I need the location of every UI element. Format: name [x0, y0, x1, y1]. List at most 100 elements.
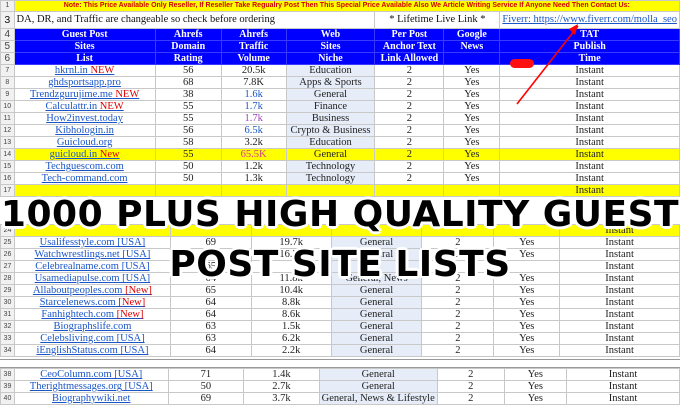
- traffic-cell: 1.7k: [220, 112, 287, 125]
- site-link[interactable]: CeoColumn.com: [40, 370, 111, 380]
- site-cell[interactable]: guicloud.in New: [13, 148, 156, 161]
- header-google: Google: [443, 28, 501, 41]
- row-number[interactable]: 9: [0, 88, 15, 101]
- row-number[interactable]: 32: [0, 320, 15, 333]
- site-cell[interactable]: Biographywiki.net: [13, 392, 169, 405]
- header-tat: TAT: [499, 28, 680, 41]
- dr-cell: 56: [154, 124, 222, 137]
- tat-cell: Instant: [499, 76, 680, 89]
- site-cell[interactable]: Trendzgurujime.me NEW: [13, 88, 156, 101]
- site-link[interactable]: Biographywiki.net: [52, 394, 130, 404]
- row-number[interactable]: 12: [0, 124, 15, 137]
- dr-cell: 68: [154, 76, 222, 89]
- site-cell[interactable]: Calculattr.in NEW: [13, 100, 156, 113]
- site-link[interactable]: Techguescom.com: [45, 162, 123, 172]
- row-number[interactable]: 38: [0, 368, 15, 381]
- traffic-cell: 7.8K: [220, 76, 287, 89]
- row-number[interactable]: 7: [0, 64, 15, 77]
- site-link[interactable]: Trendzgurujime.me: [30, 90, 113, 100]
- row-number[interactable]: 14: [0, 148, 15, 161]
- niche-cell: General: [318, 368, 438, 381]
- site-cell[interactable]: Therightmessages.org [USA]: [13, 380, 169, 393]
- site-link[interactable]: How2invest.today: [46, 114, 123, 124]
- site-cell[interactable]: Techguescom.com: [13, 160, 156, 173]
- site-cell[interactable]: Celebsliving.com [USA]: [13, 332, 171, 345]
- row-number[interactable]: 39: [0, 380, 15, 393]
- niche-cell: Finance: [285, 100, 376, 113]
- row-number[interactable]: 10: [0, 100, 15, 113]
- site-link[interactable]: Starcelenews.com: [40, 298, 116, 308]
- site-link[interactable]: guicloud.in: [50, 150, 98, 160]
- row-number[interactable]: 6: [0, 52, 15, 65]
- promo-title-line-2: POST SITE LISTS: [169, 244, 511, 285]
- niche-cell: General: [330, 320, 423, 333]
- row-number[interactable]: 8: [0, 76, 15, 89]
- links-cell: 2: [374, 64, 445, 77]
- site-cell[interactable]: Biographslife.com: [13, 320, 171, 333]
- links-cell: 2: [374, 124, 445, 137]
- site-link[interactable]: Calculattr.in: [46, 102, 98, 112]
- site-cell[interactable]: Tech-command.com: [13, 172, 156, 185]
- header-link-allowed: Link Allowed: [374, 52, 445, 65]
- table-row: 30 Starcelenews.com [New] 64 8.8k General 2 Ye…: [0, 296, 680, 309]
- site-tag: NEW: [112, 89, 140, 100]
- news-cell: Yes: [443, 136, 501, 149]
- header-list: List: [13, 52, 156, 65]
- site-cell[interactable]: Fanhightech.com [New]: [13, 308, 171, 321]
- news-cell: Yes: [443, 112, 501, 125]
- niche-cell: General: [330, 332, 423, 345]
- header-guest-post: Guest Post: [13, 28, 156, 41]
- site-cell[interactable]: Guicloud.org: [13, 136, 156, 149]
- row-number[interactable]: 15: [0, 160, 15, 173]
- fiverr-link[interactable]: Fiverr: https://www.fiverr.com/molla_seo: [502, 14, 677, 25]
- links-cell: 2: [421, 296, 495, 309]
- site-link[interactable]: Biographslife.com: [54, 322, 132, 332]
- site-link[interactable]: Kibhologin.in: [55, 126, 114, 136]
- fiverr-cell[interactable]: Fiverr: https://www.fiverr.com/molla_seo: [499, 11, 680, 29]
- links-cell: 2: [374, 136, 445, 149]
- dr-cell: 55: [154, 112, 222, 125]
- site-cell[interactable]: hkrnl.in NEW: [13, 64, 156, 77]
- promo-title-line-1: 1000 PLUS HIGH QUALITY GUEST: [0, 194, 680, 235]
- site-cell[interactable]: ghdsportsapp.pro: [13, 76, 156, 89]
- table-row: 40 Biographywiki.net 69 3.7k General, News &…: [0, 392, 680, 405]
- row-number[interactable]: 30: [0, 296, 15, 309]
- tat-cell: Instant: [559, 308, 680, 321]
- tat-cell: Instant: [565, 368, 680, 381]
- site-link[interactable]: ghdsportsapp.pro: [48, 78, 121, 88]
- row-number[interactable]: 3: [0, 11, 15, 29]
- dr-cell: 50: [154, 160, 222, 173]
- row-number[interactable]: 13: [0, 136, 15, 149]
- row-number[interactable]: 16: [0, 172, 15, 185]
- site-link[interactable]: Celebsliving.com: [40, 334, 114, 344]
- site-link[interactable]: Guicloud.org: [57, 138, 113, 148]
- traffic-cell: 1.7k: [220, 100, 287, 113]
- site-cell[interactable]: CeoColumn.com [USA]: [13, 368, 169, 381]
- row-number[interactable]: 40: [0, 392, 15, 405]
- site-cell[interactable]: How2invest.today: [13, 112, 156, 125]
- row-number[interactable]: 4: [0, 28, 15, 41]
- row-number[interactable]: 34: [0, 344, 15, 357]
- row-number[interactable]: 1: [0, 0, 15, 12]
- site-link[interactable]: Fanhightech.com: [41, 310, 114, 320]
- row-number[interactable]: 31: [0, 308, 15, 321]
- site-cell[interactable]: Starcelenews.com [New]: [13, 296, 171, 309]
- tat-cell: Instant: [565, 392, 680, 405]
- site-cell[interactable]: iEnglishStatus.com [USA]: [13, 344, 171, 357]
- site-link[interactable]: iEnglishStatus.com: [36, 346, 117, 356]
- site-link[interactable]: Therightmessages.org: [30, 382, 122, 392]
- site-link[interactable]: Tech-command.com: [42, 174, 128, 184]
- site-cell[interactable]: Kibhologin.in: [13, 124, 156, 137]
- row-number[interactable]: 5: [0, 40, 15, 53]
- row-number[interactable]: 11: [0, 112, 15, 125]
- tat-cell: Instant: [559, 332, 680, 345]
- links-cell: 2: [374, 100, 445, 113]
- traffic-cell: 1.6k: [220, 88, 287, 101]
- news-cell: Yes: [493, 296, 561, 309]
- row-number[interactable]: 33: [0, 332, 15, 345]
- site-link[interactable]: hkrnl.in: [55, 66, 88, 76]
- niche-cell: General, News & Lifestyle: [318, 392, 438, 405]
- links-cell: 2: [421, 344, 495, 357]
- dr-cell: 55: [154, 148, 222, 161]
- traffic-cell: 2.2k: [250, 344, 332, 357]
